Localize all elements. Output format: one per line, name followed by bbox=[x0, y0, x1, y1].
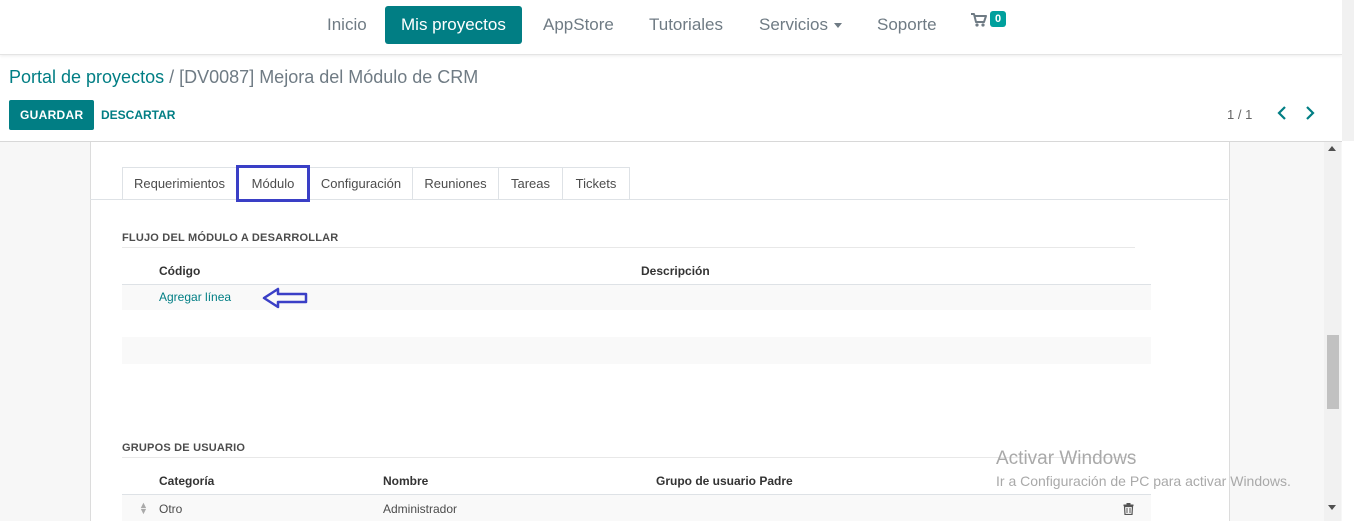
page-scrollbar-track[interactable] bbox=[1342, 0, 1354, 141]
scroll-down-arrow-icon[interactable] bbox=[1328, 505, 1336, 510]
add-line-link[interactable]: Agregar línea bbox=[159, 290, 231, 304]
save-button[interactable]: GUARDAR bbox=[9, 100, 95, 130]
caret-down-icon bbox=[833, 23, 842, 29]
tab-highlight-box bbox=[236, 165, 310, 202]
flujo-section-title: FLUJO DEL MÓDULO A DESARROLLAR bbox=[122, 232, 339, 244]
flujo-empty-row bbox=[122, 337, 1151, 364]
breadcrumb-current: [DV0087] Mejora del Módulo de CRM bbox=[179, 67, 479, 87]
pager-value[interactable]: 1 / 1 bbox=[1227, 107, 1252, 122]
breadcrumb-separator: / bbox=[169, 67, 175, 87]
arrow-left-icon bbox=[262, 287, 310, 314]
nav-item-tutoriales[interactable]: Tutoriales bbox=[633, 6, 739, 44]
flujo-section-divider bbox=[122, 247, 1135, 248]
scroll-up-arrow-icon[interactable] bbox=[1328, 146, 1336, 151]
cell-categoria: Otro bbox=[159, 502, 183, 516]
windows-watermark-subtitle: Ir a Configuración de PC para activar Wi… bbox=[996, 473, 1291, 489]
nav-item-appstore[interactable]: AppStore bbox=[527, 6, 630, 44]
nav-item-mis-proyectos[interactable]: Mis proyectos bbox=[385, 6, 522, 44]
chevron-right-icon[interactable] bbox=[1305, 104, 1315, 124]
table-row[interactable] bbox=[122, 495, 1151, 521]
content-scrollbar[interactable] bbox=[1324, 142, 1341, 521]
column-header-nombre[interactable]: Nombre bbox=[383, 474, 428, 488]
column-header-categoria[interactable]: Categoría bbox=[159, 474, 214, 488]
scrollbar-thumb[interactable] bbox=[1327, 335, 1339, 409]
nav-item-servicios[interactable]: Servicios bbox=[743, 6, 858, 44]
breadcrumb: Portal de proyectos / [DV0087] Mejora de… bbox=[9, 67, 478, 88]
trash-icon[interactable] bbox=[1123, 502, 1134, 520]
tab-tickets[interactable]: Tickets bbox=[562, 167, 630, 199]
windows-watermark-title: Activar Windows bbox=[996, 448, 1137, 469]
cell-nombre: Administrador bbox=[383, 502, 458, 516]
grupos-section-title: GRUPOS DE USUARIO bbox=[122, 442, 246, 454]
tab-requerimientos[interactable]: Requerimientos bbox=[122, 167, 237, 199]
tab-configuracion[interactable]: Configuración bbox=[309, 167, 413, 199]
breadcrumb-parent-link[interactable]: Portal de proyectos bbox=[9, 67, 164, 87]
nav-item-soporte[interactable]: Soporte bbox=[861, 6, 953, 44]
column-header-descripcion[interactable]: Descripción bbox=[641, 264, 710, 278]
chevron-left-icon[interactable] bbox=[1277, 104, 1287, 124]
tab-reuniones[interactable]: Reuniones bbox=[412, 167, 499, 199]
shopping-cart-icon[interactable] bbox=[970, 12, 988, 33]
tab-tareas[interactable]: Tareas bbox=[498, 167, 563, 199]
nav-item-servicios-label: Servicios bbox=[759, 15, 828, 34]
column-header-codigo[interactable]: Código bbox=[159, 264, 200, 278]
cart-count-badge: 0 bbox=[990, 11, 1007, 27]
column-header-grupo-padre[interactable]: Grupo de usuario Padre bbox=[656, 474, 793, 488]
nav-item-inicio[interactable]: Inicio bbox=[311, 6, 383, 44]
drag-handle-icon[interactable]: ▲ ▼ bbox=[139, 501, 148, 516]
discard-button[interactable]: DESCARTAR bbox=[101, 100, 175, 130]
grupos-section-divider bbox=[122, 457, 1135, 458]
top-navbar: Inicio Mis proyectos AppStore Tutoriales… bbox=[0, 0, 1342, 55]
